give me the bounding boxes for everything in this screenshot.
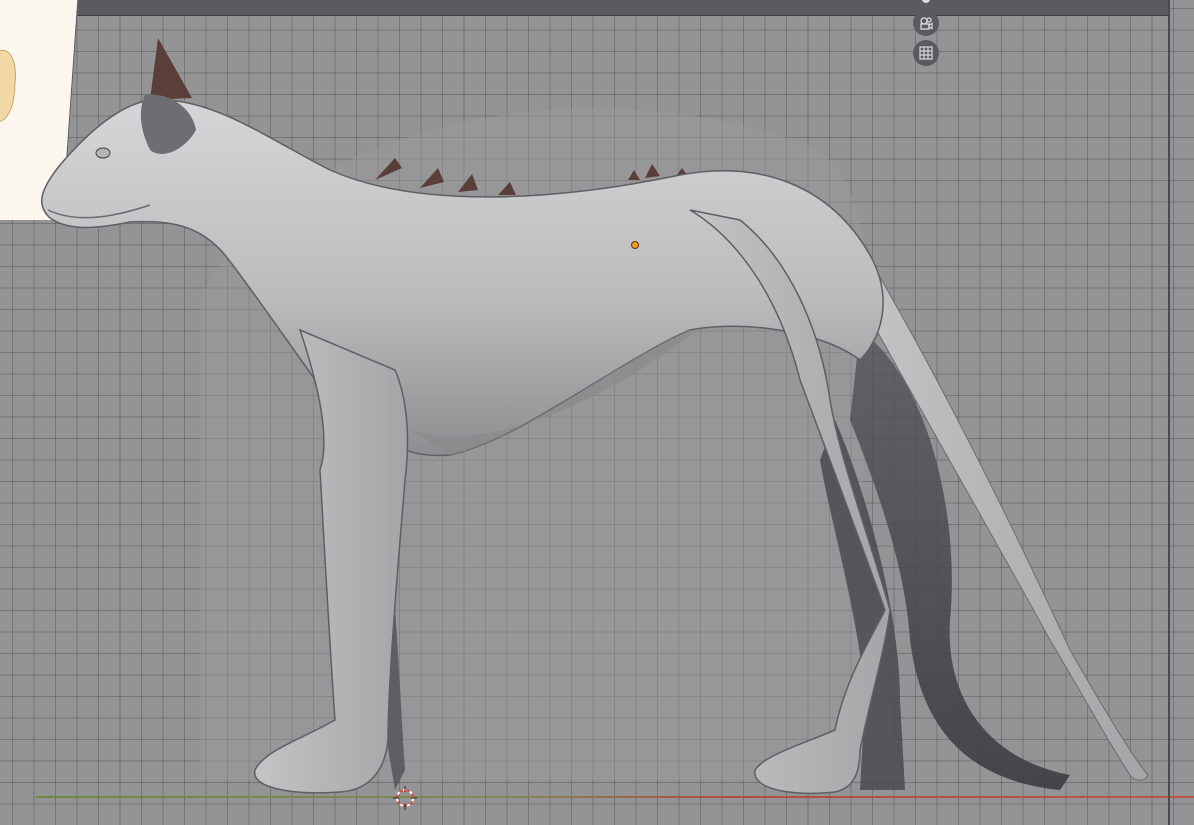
ear-horn: [150, 38, 192, 100]
camera-view-button[interactable]: [913, 10, 939, 36]
floor-axis-line: [36, 796, 1194, 798]
circle-icon: [922, 0, 930, 3]
region-divider[interactable]: [1168, 0, 1170, 825]
3d-cursor-icon[interactable]: [393, 786, 417, 810]
camera-icon: [920, 17, 933, 30]
grid-view-button[interactable]: [913, 40, 939, 66]
creature-mesh[interactable]: [0, 0, 1194, 825]
eye: [95, 147, 111, 159]
object-origin[interactable]: [631, 241, 639, 249]
grid-icon: [919, 46, 933, 60]
3d-viewport[interactable]: [0, 0, 1194, 825]
